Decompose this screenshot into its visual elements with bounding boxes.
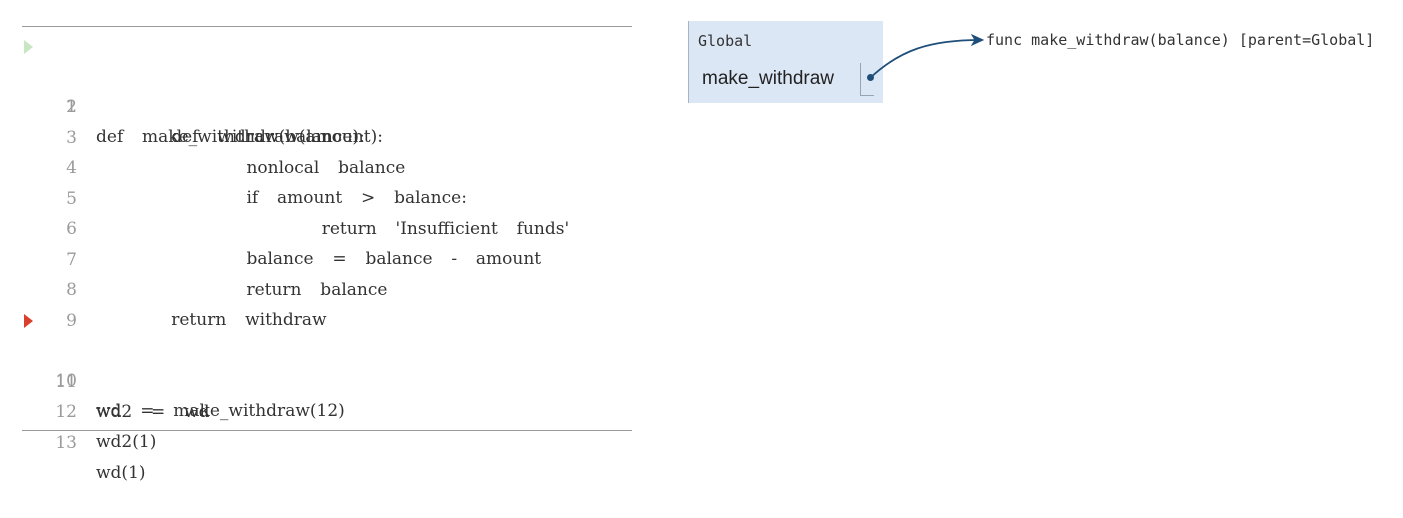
pointer-arrow — [869, 33, 985, 79]
line-code: wd(1) — [96, 463, 146, 483]
pointer-arrow-line — [869, 39, 981, 79]
